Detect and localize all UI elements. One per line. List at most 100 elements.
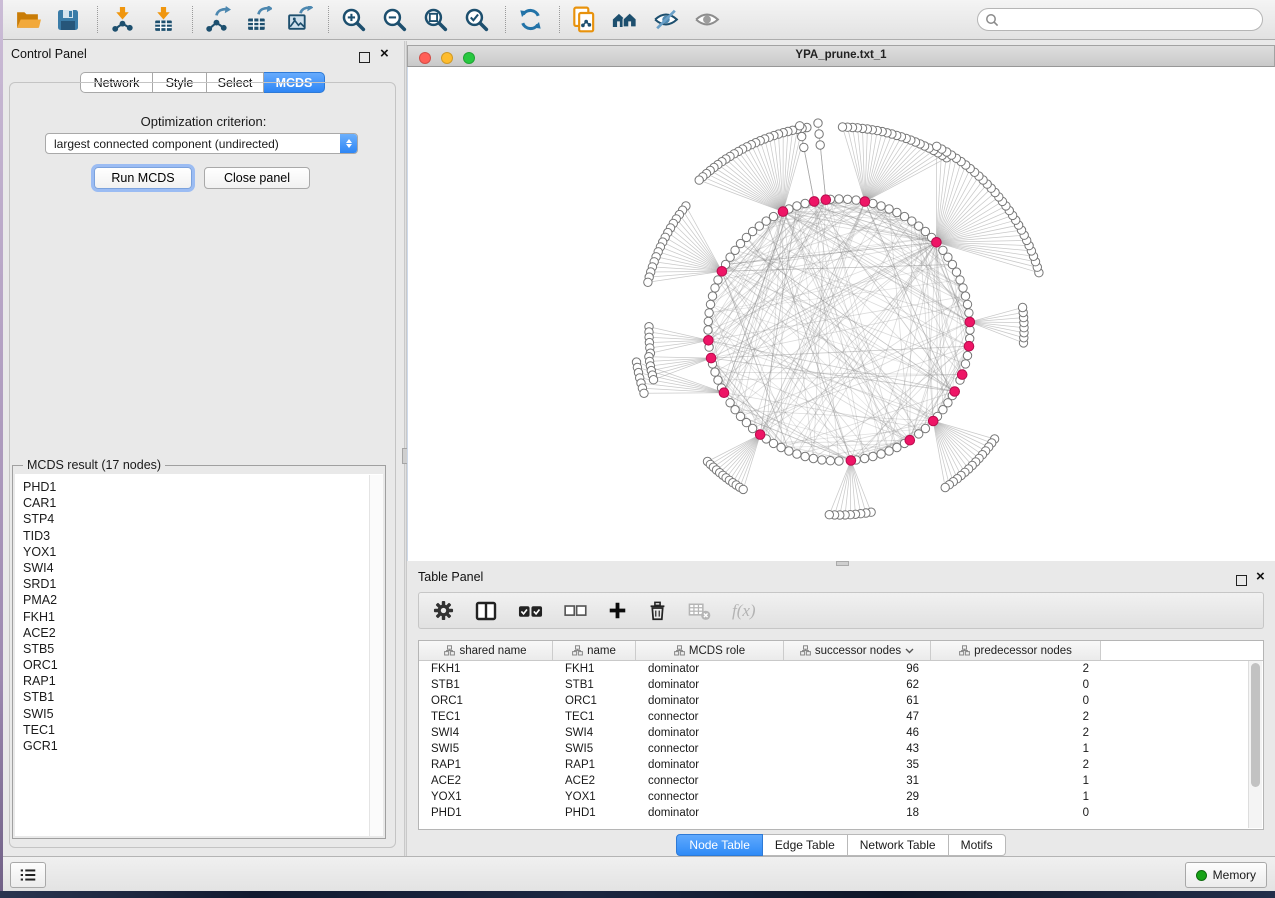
mcds-result-item[interactable]: FKH1 [23,609,383,625]
table-cell[interactable]: dominator [636,807,784,819]
mcds-result-list[interactable]: PHD1CAR1STP4TID3YOX1SWI4SRD1PMA2FKH1ACE2… [15,474,383,836]
table-cell[interactable]: dominator [636,759,784,771]
network-window-titlebar[interactable]: YPA_prune.txt_1 [407,45,1275,67]
search-field[interactable] [977,8,1263,31]
open-file-icon[interactable] [13,6,41,34]
table-row[interactable]: YOX1YOX1connector291 [419,789,1263,805]
column-header-name[interactable]: name [553,641,636,660]
mcds-result-item[interactable]: TID3 [23,528,383,544]
table-cell[interactable]: connector [636,775,784,787]
table-cell[interactable]: 1 [931,791,1101,803]
save-session-icon[interactable] [54,6,82,34]
select-all-rows-icon[interactable] [518,603,543,619]
table-cell[interactable]: 2 [931,759,1101,771]
export-network-icon[interactable] [203,6,231,34]
table-cell[interactable]: RAP1 [553,759,636,771]
memory-button[interactable]: Memory [1185,862,1267,888]
table-cell[interactable]: ACE2 [553,775,636,787]
mcds-list-scrollbar[interactable] [369,475,383,836]
table-cell[interactable]: dominator [636,679,784,691]
table-cell[interactable]: 2 [931,711,1101,723]
show-columns-icon[interactable] [475,601,497,621]
table-cell[interactable]: YOX1 [419,791,553,803]
table-cell[interactable]: STB1 [553,679,636,691]
mcds-result-item[interactable]: CAR1 [23,495,383,511]
column-header-predecessor-nodes[interactable]: predecessor nodes [931,641,1101,660]
mcds-result-item[interactable]: RAP1 [23,673,383,689]
add-column-icon[interactable] [608,601,627,620]
table-cell[interactable]: PHD1 [553,807,636,819]
table-cell[interactable]: 29 [784,791,931,803]
network-view[interactable] [407,67,1275,561]
table-cell[interactable]: SWI5 [419,743,553,755]
table-cell[interactable]: 18 [784,807,931,819]
float-panel-icon[interactable] [359,50,370,68]
mcds-result-item[interactable]: SRD1 [23,576,383,592]
table-cell[interactable]: dominator [636,695,784,707]
table-cell[interactable]: 62 [784,679,931,691]
table-cell[interactable]: YOX1 [553,791,636,803]
table-cell[interactable]: connector [636,743,784,755]
table-cell[interactable]: 0 [931,807,1101,819]
table-cell[interactable]: 46 [784,727,931,739]
mcds-result-item[interactable]: ACE2 [23,625,383,641]
table-cell[interactable]: 1 [931,743,1101,755]
mcds-result-item[interactable]: STB1 [23,689,383,705]
search-input[interactable] [1003,10,1262,30]
table-cell[interactable]: dominator [636,663,784,675]
table-cell[interactable]: PHD1 [419,807,553,819]
table-cell[interactable]: TEC1 [553,711,636,723]
table-cell[interactable]: 47 [784,711,931,723]
import-network-icon[interactable] [108,6,136,34]
column-header-mcds-role[interactable]: MCDS role [636,641,784,660]
first-neighbors-icon[interactable] [611,6,639,34]
criterion-dropdown[interactable]: largest connected component (undirected) [45,133,358,154]
table-cell[interactable]: SWI4 [553,727,636,739]
tab-network-table[interactable]: Network Table [848,834,949,856]
zoom-fit-icon[interactable] [421,6,449,34]
refresh-icon[interactable] [516,6,544,34]
tab-motifs[interactable]: Motifs [949,834,1006,856]
table-cell[interactable]: RAP1 [419,759,553,771]
export-table-icon[interactable] [244,6,272,34]
table-row[interactable]: ORC1ORC1dominator610 [419,693,1263,709]
mcds-result-item[interactable]: TEC1 [23,722,383,738]
mcds-result-item[interactable]: STP4 [23,511,383,527]
mcds-result-item[interactable]: ORC1 [23,657,383,673]
table-row[interactable]: SWI5SWI5connector431 [419,741,1263,757]
close-panel-icon[interactable]: × [380,49,389,59]
table-cell[interactable]: 1 [931,775,1101,787]
close-panel-button[interactable]: Close panel [204,167,310,189]
table-cell[interactable]: connector [636,791,784,803]
import-table-icon[interactable] [149,6,177,34]
table-row[interactable]: SWI4SWI4dominator462 [419,725,1263,741]
table-cell[interactable]: STB1 [419,679,553,691]
zoom-out-icon[interactable] [380,6,408,34]
table-scrollbar[interactable] [1248,661,1262,828]
table-cell[interactable]: SWI5 [553,743,636,755]
column-header-successor-nodes[interactable]: successor nodes [784,641,931,660]
mcds-result-item[interactable]: PMA2 [23,592,383,608]
table-cell[interactable]: ORC1 [553,695,636,707]
mcds-result-item[interactable]: STB5 [23,641,383,657]
table-row[interactable]: ACE2ACE2connector311 [419,773,1263,789]
table-row[interactable]: STB1STB1dominator620 [419,677,1263,693]
table-cell[interactable]: 35 [784,759,931,771]
mcds-result-item[interactable]: PHD1 [23,479,383,495]
table-settings-gear-icon[interactable] [433,600,454,621]
table-cell[interactable]: 2 [931,727,1101,739]
table-cell[interactable]: 0 [931,679,1101,691]
run-mcds-button[interactable]: Run MCDS [94,167,192,189]
table-cell[interactable]: FKH1 [553,663,636,675]
mcds-result-item[interactable]: SWI4 [23,560,383,576]
share-document-icon[interactable] [570,6,598,34]
table-row[interactable]: PHD1PHD1dominator180 [419,805,1263,821]
float-table-panel-icon[interactable] [1236,573,1247,591]
table-cell[interactable]: 0 [931,695,1101,707]
hide-graphics-details-icon[interactable] [652,6,680,34]
table-cell[interactable]: dominator [636,727,784,739]
table-cell[interactable]: 43 [784,743,931,755]
table-cell[interactable]: 31 [784,775,931,787]
table-cell[interactable]: FKH1 [419,663,553,675]
table-row[interactable]: RAP1RAP1dominator352 [419,757,1263,773]
